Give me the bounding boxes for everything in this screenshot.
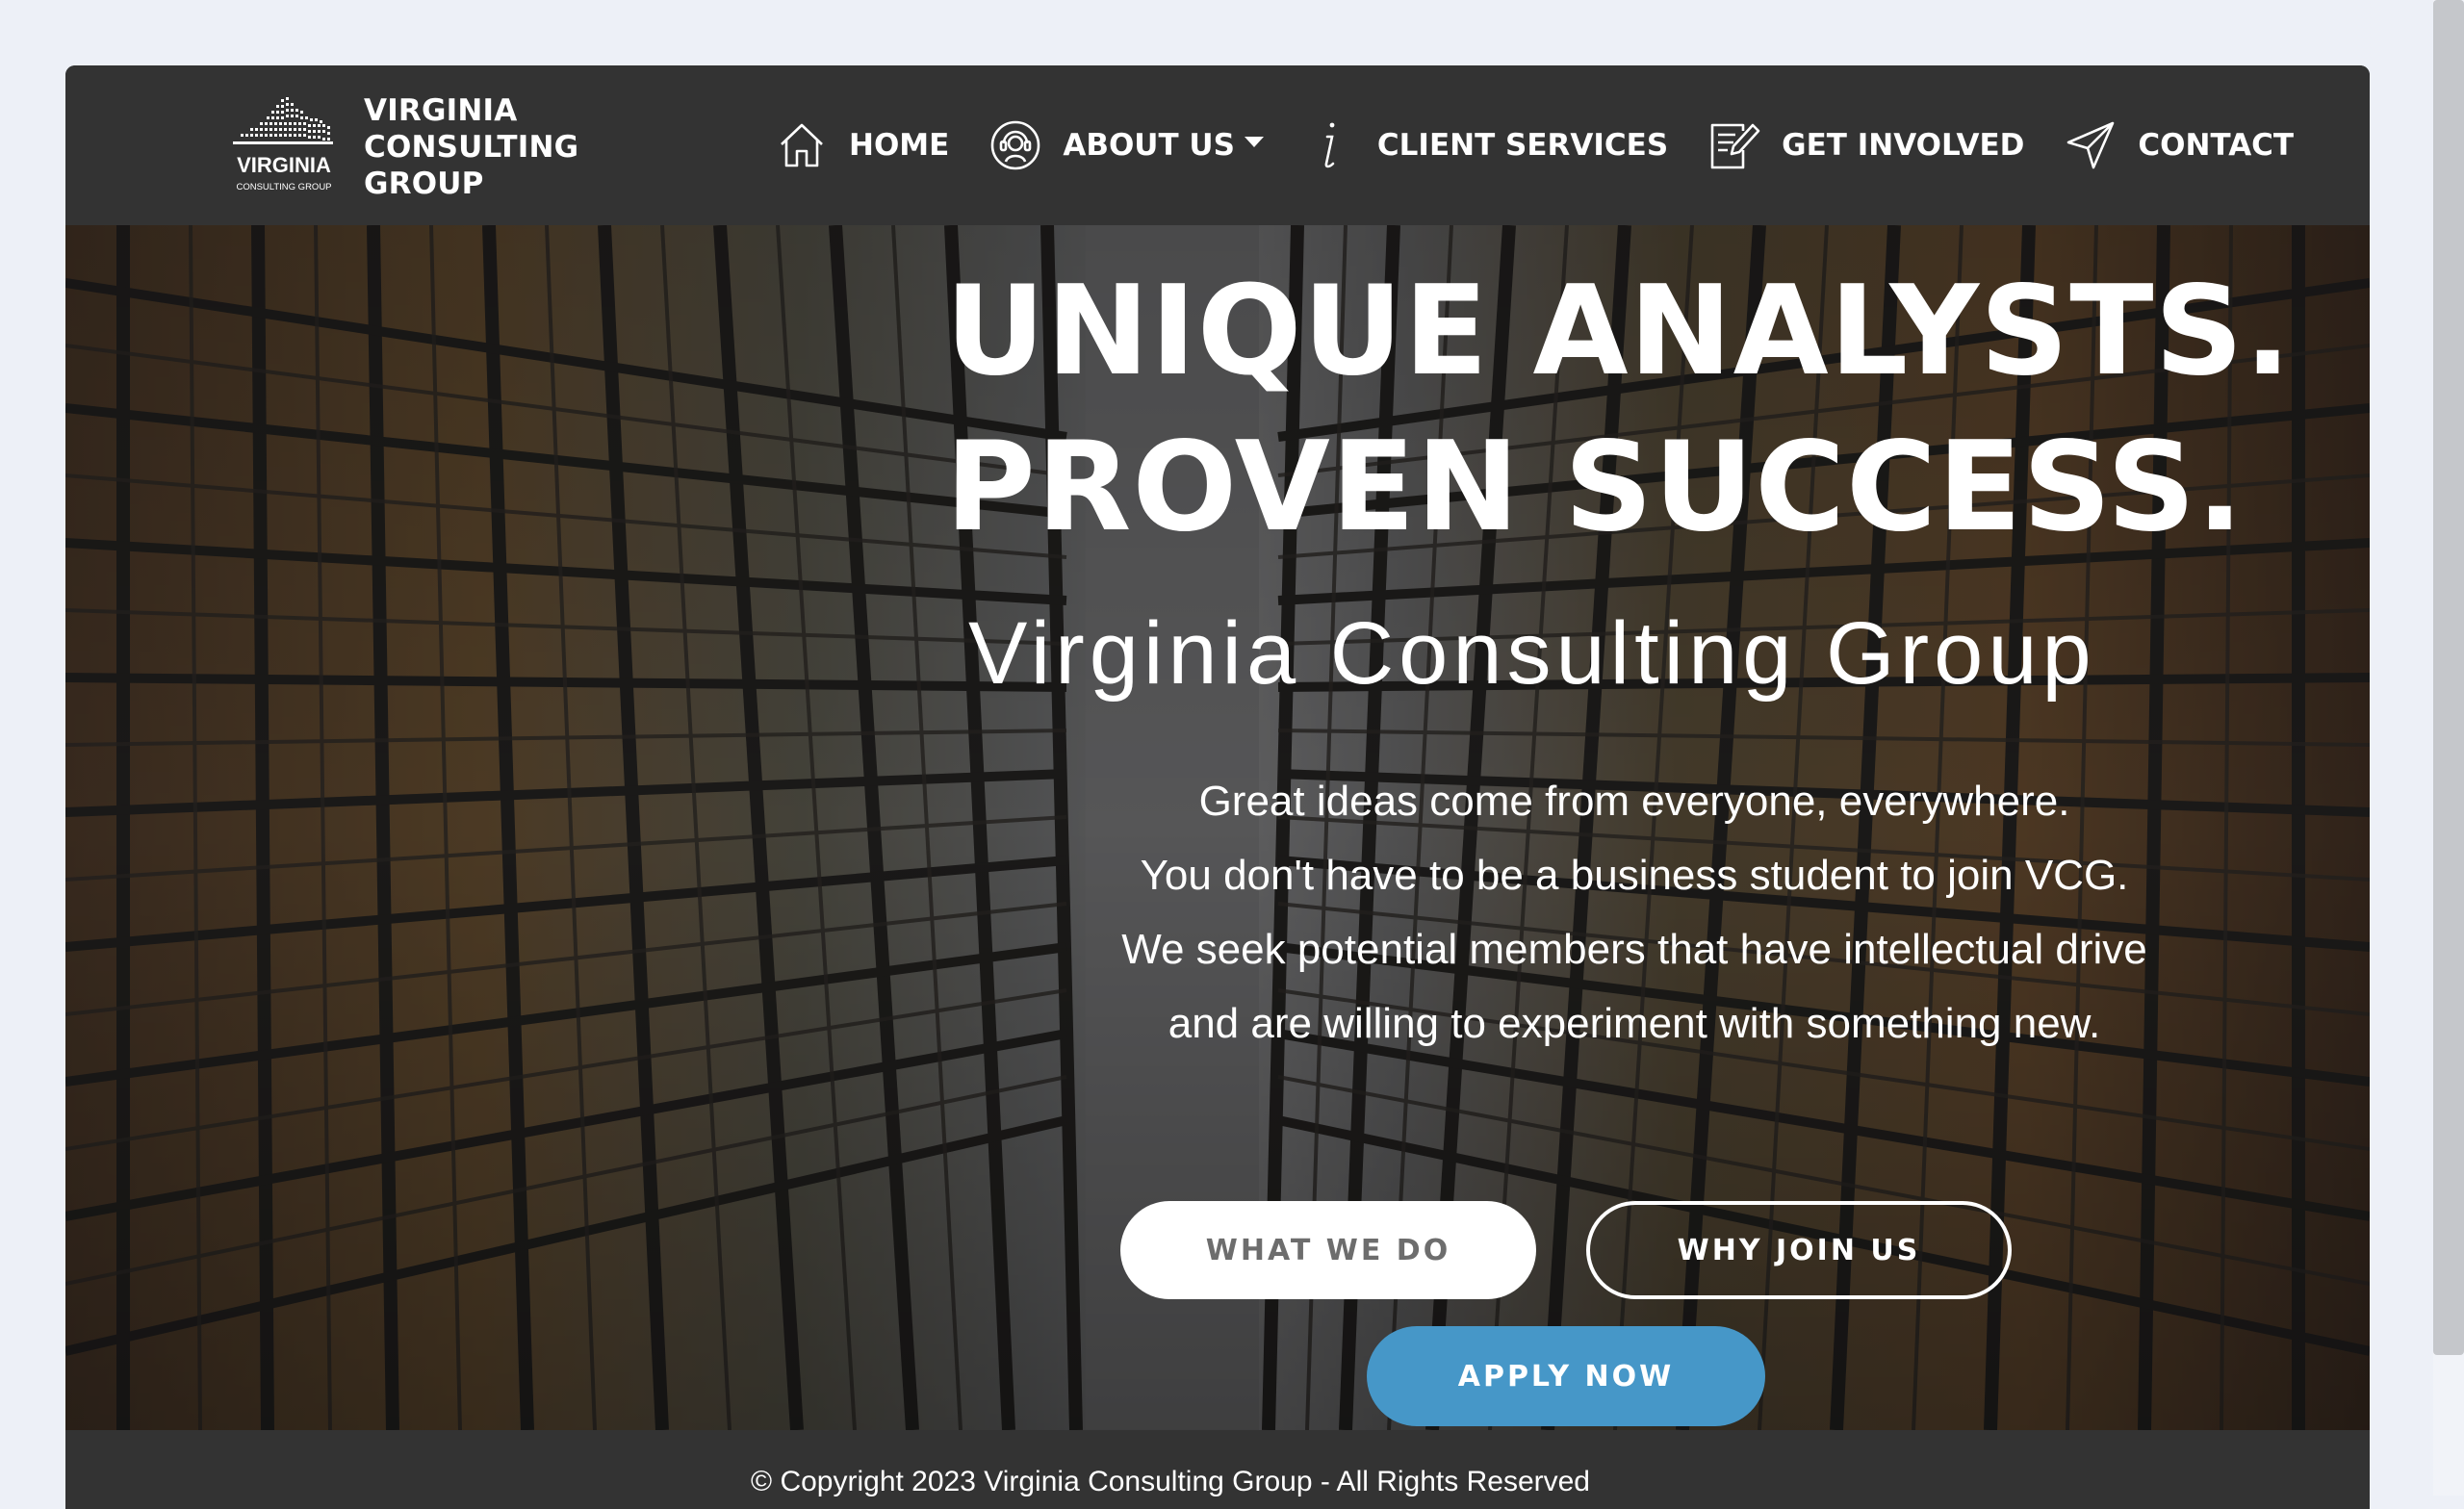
nav-item-label: CONTACT: [2138, 128, 2295, 163]
nav-item-contact[interactable]: CONTACT: [2063, 117, 2294, 173]
send-icon: [2067, 121, 2115, 169]
hero-tagline: Great ideas come from everyone, everywhe…: [932, 764, 2337, 1061]
brand-name-line: GROUP: [364, 166, 484, 201]
logo-text: VIRGINIA: [237, 153, 331, 177]
tagline-line: Great ideas come from everyone, everywhe…: [1198, 778, 2070, 825]
edit-document-icon: [1710, 123, 1760, 169]
nav-item-label: CLIENT SERVICES: [1376, 128, 1669, 163]
main-nav: HOME ABOUT US CLIENT SERVICES GET INVOLV…: [774, 114, 2294, 177]
nav-item-about-us[interactable]: ABOUT US: [988, 117, 1264, 173]
nav-item-label: ABOUT US: [1063, 128, 1235, 163]
why-join-us-button[interactable]: WHY JOIN US: [1586, 1201, 2012, 1299]
headline-line: PROVEN SUCCESS.: [945, 416, 2245, 559]
hero-section: UNIQUE ANALYSTS. PROVEN SUCCESS. Virgini…: [65, 225, 2370, 1430]
scrollbar-thumb[interactable]: [2433, 0, 2464, 1355]
apply-now-button[interactable]: APPLY NOW: [1367, 1326, 1765, 1426]
logo-subtext: CONSULTING GROUP: [236, 182, 331, 192]
tagline-line: You don't have to be a business student …: [1140, 852, 2129, 899]
support-headset-icon: [991, 120, 1040, 170]
chevron-down-icon: [1244, 136, 1264, 147]
page-scrollbar[interactable]: [2433, 0, 2464, 1496]
what-we-do-button[interactable]: WHAT WE DO: [1120, 1201, 1536, 1299]
nav-item-label: HOME: [849, 128, 950, 163]
hero-headline: UNIQUE ANALYSTS. PROVEN SUCCESS.: [945, 254, 2331, 566]
brand-name-line: CONSULTING: [364, 130, 579, 165]
home-icon: [781, 123, 823, 167]
brand-name-line: VIRGINIA: [364, 93, 518, 128]
nav-item-home[interactable]: HOME: [774, 117, 949, 173]
info-icon: [1324, 122, 1335, 168]
tagline-line: We seek potential members that have inte…: [1121, 926, 2147, 973]
nav-item-label: GET INVOLVED: [1782, 128, 2025, 163]
virginia-logo-icon: VIRGINIA CONSULTING GROUP: [233, 97, 333, 192]
headline-line: UNIQUE ANALYSTS.: [945, 260, 2293, 403]
brand[interactable]: VIRGINIA CONSULTING GROUP VIRGINIA CONSU…: [231, 92, 595, 202]
nav-item-get-involved[interactable]: GET INVOLVED: [1707, 117, 2024, 173]
site-frame: VIRGINIA CONSULTING GROUP VIRGINIA CONSU…: [65, 65, 2370, 1509]
organization-title: Virginia Consulting Group: [968, 604, 2096, 703]
tagline-line: and are willing to experiment with somet…: [1168, 1000, 2101, 1047]
nav-item-client-services[interactable]: CLIENT SERVICES: [1302, 117, 1668, 173]
brand-name: VIRGINIA CONSULTING GROUP: [364, 92, 595, 202]
copyright-text: © Copyright 2023 Virginia Consulting Gro…: [751, 1466, 1590, 1497]
navbar: VIRGINIA CONSULTING GROUP VIRGINIA CONSU…: [65, 65, 2370, 225]
footer: © Copyright 2023 Virginia Consulting Gro…: [65, 1430, 2370, 1509]
